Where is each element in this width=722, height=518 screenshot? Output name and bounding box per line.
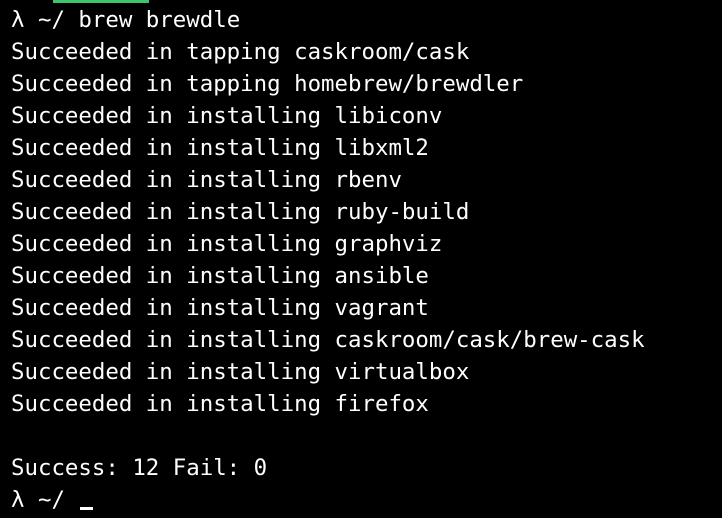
output-line: Succeeded in installing virtualbox	[11, 359, 470, 385]
output-line: Succeeded in installing ansible	[11, 263, 429, 289]
output-line: Succeeded in installing libxml2	[11, 135, 429, 161]
terminal-window[interactable]: λ ~/ brew brewdle Succeeded in tapping c…	[0, 0, 722, 518]
output-line: Succeeded in installing ruby-build	[11, 199, 470, 225]
text-cursor	[80, 507, 94, 510]
output-line: Succeeded in tapping homebrew/brewdler	[11, 71, 524, 97]
summary-line: Success: 12 Fail: 0	[11, 455, 268, 481]
output-line: Succeeded in installing caskroom/cask/br…	[11, 327, 645, 353]
final-prompt: λ ~/	[11, 487, 65, 513]
output-line: Succeeded in installing graphviz	[11, 231, 443, 257]
output-line: Succeeded in installing libiconv	[11, 103, 443, 129]
output-line: Succeeded in installing vagrant	[11, 295, 429, 321]
output-line: Succeeded in tapping caskroom/cask	[11, 39, 470, 65]
output-line: Succeeded in installing rbenv	[11, 167, 402, 193]
final-prompt-line[interactable]: λ ~/	[11, 484, 722, 516]
command-text: brew brewdle	[78, 7, 241, 33]
command-line: λ ~/ brew brewdle	[11, 4, 722, 36]
output-line: Succeeded in installing firefox	[11, 391, 429, 417]
active-tab-indicator	[53, 0, 149, 3]
command-prompt: λ ~/	[11, 7, 65, 33]
